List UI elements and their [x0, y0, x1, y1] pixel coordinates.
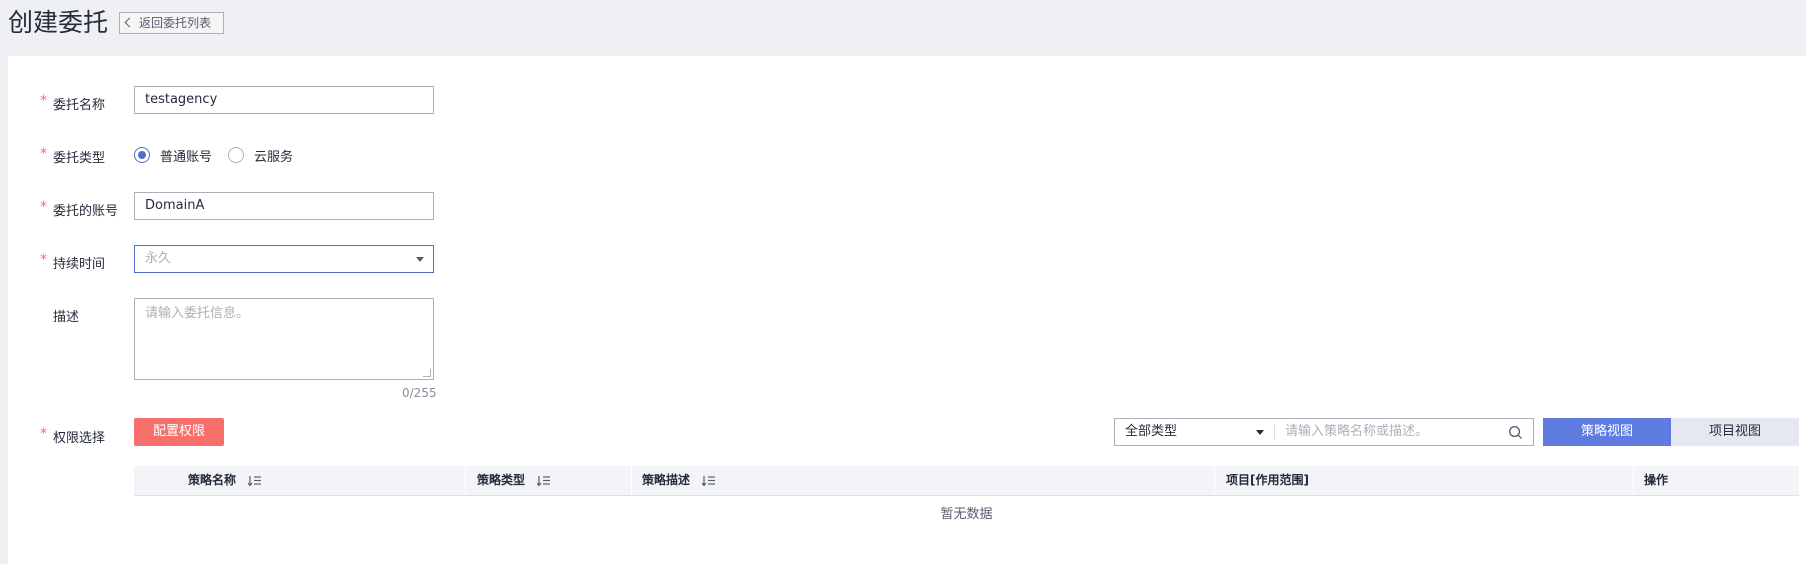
configure-permissions-button[interactable]: 配置权限 [134, 418, 224, 446]
type-label: 委托类型 [53, 151, 106, 166]
search-icon[interactable] [1508, 425, 1523, 440]
sort-icon[interactable] [702, 475, 716, 486]
project-view-tab[interactable]: 项目视图 [1671, 418, 1799, 446]
caret-down-icon[interactable] [1256, 430, 1264, 435]
required-star: * [40, 146, 47, 162]
permission-label: 权限选择 [53, 431, 106, 446]
required-star: * [40, 93, 47, 109]
radio-label-cloud-service: 云服务 [254, 150, 294, 165]
description-char-counter: 0/255 [402, 386, 437, 400]
radio-label-normal-account: 普通账号 [160, 150, 213, 165]
delegated-account-input[interactable]: DomainA [134, 192, 434, 220]
required-star: * [40, 252, 47, 268]
column-label: 策略名称 [188, 473, 237, 487]
name-label: 委托名称 [53, 98, 106, 113]
chevron-left-icon [124, 17, 135, 28]
column-divider [631, 466, 632, 495]
table-empty-state: 暂无数据 [940, 507, 993, 522]
column-header-actions: 操作 [1644, 473, 1669, 487]
description-textarea[interactable]: 请输入委托信息。 [134, 298, 434, 380]
policy-view-tab[interactable]: 策略视图 [1543, 418, 1671, 446]
policy-search-input[interactable]: 请输入策略名称或描述。 [1285, 419, 1428, 445]
column-divider [1633, 466, 1634, 495]
agency-name-input[interactable]: testagency [134, 86, 434, 114]
page-header: 创建委托 返回委托列表 [0, 0, 1806, 56]
duration-value: 永久 [145, 251, 172, 266]
policy-table: 策略名称 策略类型 策略描述 项目[作用范围] 操作 暂无数据 [134, 466, 1799, 522]
sort-icon[interactable] [537, 475, 551, 486]
back-to-list-button[interactable]: 返回委托列表 [119, 12, 224, 34]
column-header-policy-type[interactable]: 策略类型 [477, 466, 551, 495]
required-star: * [40, 199, 47, 215]
description-label: 描述 [53, 310, 80, 325]
page-title: 创建委托 [8, 8, 109, 37]
back-button-label: 返回委托列表 [139, 16, 212, 30]
table-header: 策略名称 策略类型 策略描述 项目[作用范围] 操作 [134, 466, 1799, 496]
column-label: 策略描述 [642, 473, 691, 487]
resize-handle-icon[interactable] [423, 369, 431, 377]
filter-divider [1274, 424, 1275, 440]
account-label: 委托的账号 [53, 204, 119, 219]
radio-normal-account[interactable] [134, 147, 150, 163]
required-star: * [40, 426, 47, 442]
duration-select[interactable]: 永久 [134, 245, 434, 273]
column-divider [465, 466, 466, 495]
description-placeholder: 请输入委托信息。 [145, 306, 250, 321]
caret-down-icon [416, 257, 424, 262]
column-header-policy-name[interactable]: 策略名称 [188, 466, 262, 495]
column-header-policy-description[interactable]: 策略描述 [642, 466, 716, 495]
sort-icon[interactable] [248, 475, 262, 486]
column-label: 策略类型 [477, 473, 526, 487]
radio-cloud-service[interactable] [228, 147, 244, 163]
column-divider [1214, 466, 1215, 495]
policy-type-select[interactable]: 全部类型 [1125, 419, 1177, 445]
column-header-project-scope: 项目[作用范围] [1226, 473, 1309, 487]
duration-label: 持续时间 [53, 257, 106, 272]
policy-filter: 全部类型 请输入策略名称或描述。 [1114, 418, 1534, 446]
